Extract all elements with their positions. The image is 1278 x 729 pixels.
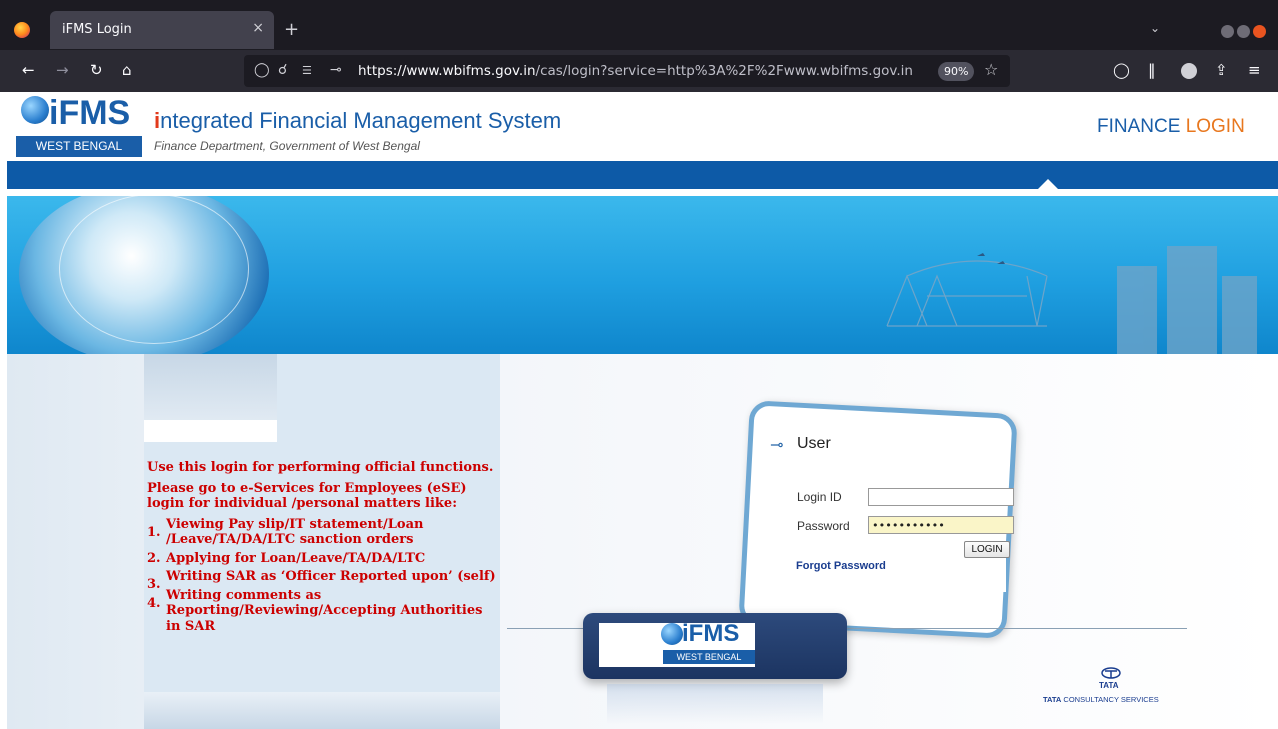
footer-ifms-text: iFMS bbox=[682, 620, 740, 647]
notice-item: 4. Writing comments as Reporting/Reviewin… bbox=[147, 587, 483, 634]
ifms-logo-region: WEST BENGAL bbox=[16, 136, 142, 157]
system-title: integrated Financial Management System bbox=[154, 108, 562, 133]
bookmark-star-icon[interactable]: ☆ bbox=[984, 60, 998, 79]
tab-close-icon[interactable]: × bbox=[252, 20, 264, 36]
password-input[interactable] bbox=[868, 516, 1014, 534]
browser-nav-bar: ← → ↻ ⌂ ◯ ☌ ☰ ⊸ https://www.wbifms.gov.i… bbox=[0, 50, 1278, 92]
extensions-icon[interactable]: ⇪ bbox=[1215, 61, 1228, 79]
notice-panel-image-bottom bbox=[144, 692, 500, 729]
reload-icon[interactable]: ↻ bbox=[90, 61, 103, 79]
back-icon[interactable]: ← bbox=[22, 61, 35, 79]
tcs-text: TATA CONSULTANCY SERVICES bbox=[1043, 695, 1159, 704]
nav-strip bbox=[7, 161, 1278, 189]
tab-title: iFMS Login bbox=[62, 22, 132, 37]
firefox-icon bbox=[14, 22, 30, 38]
notice-line-2: Please go to e-Services for Employees (e… bbox=[147, 480, 467, 512]
forward-icon[interactable]: → bbox=[56, 61, 69, 79]
notice-line-1: Use this login for performing official f… bbox=[147, 460, 494, 475]
login-heading: User bbox=[797, 435, 831, 452]
key-icon[interactable]: ⊸ bbox=[330, 62, 342, 78]
tata-wordmark: TATA bbox=[1099, 681, 1119, 690]
footer-logo-reflection bbox=[607, 684, 823, 724]
site-header: iFMS WEST BENGAL integrated Financial Ma… bbox=[7, 92, 1278, 160]
login-notice: Use this login for performing official f… bbox=[147, 460, 497, 637]
notice-list: 1. Viewing Pay slip/IT statement/Loan /Le… bbox=[147, 517, 497, 635]
lock-icon[interactable]: ☌ bbox=[278, 62, 287, 78]
home-icon[interactable]: ⌂ bbox=[122, 61, 132, 79]
forgot-password-link[interactable]: Forgot Password bbox=[796, 560, 886, 572]
user-key-icon: ⊸ bbox=[770, 435, 784, 454]
nav-notch bbox=[1038, 179, 1058, 189]
globe-image bbox=[19, 196, 269, 354]
minimize-icon[interactable] bbox=[1221, 25, 1234, 38]
notice-item: 2. Applying for Loan/Leave/TA/DA/LTC bbox=[147, 550, 426, 566]
tab-list-chevron-icon[interactable]: ⌄ bbox=[1150, 21, 1160, 35]
footer-logo-region: WEST BENGAL bbox=[663, 650, 755, 664]
url-text[interactable]: https://www.wbifms.gov.in/cas/login?serv… bbox=[358, 63, 926, 79]
finance-login-heading: FINANCE LOGIN bbox=[1097, 116, 1245, 137]
maximize-icon[interactable] bbox=[1237, 25, 1250, 38]
browser-tab[interactable]: iFMS Login × bbox=[50, 11, 274, 49]
library-icon[interactable]: ‖ bbox=[1148, 61, 1156, 79]
account-icon[interactable] bbox=[1181, 63, 1197, 79]
notice-panel-white-block bbox=[144, 420, 277, 442]
login-button[interactable]: LOGIN bbox=[964, 541, 1010, 558]
notice-item: 3. Writing SAR as ‘Officer Reported upon’… bbox=[147, 569, 496, 592]
url-bar[interactable]: ◯ ☌ ☰ ⊸ https://www.wbifms.gov.in/cas/lo… bbox=[244, 55, 1010, 87]
password-label: Password bbox=[797, 519, 850, 533]
ifms-logo-text: iFMS bbox=[49, 94, 131, 132]
new-tab-icon[interactable]: + bbox=[284, 19, 299, 40]
tata-logo-icon bbox=[1101, 667, 1121, 679]
login-id-input[interactable] bbox=[868, 488, 1014, 506]
web-page: iFMS WEST BENGAL integrated Financial Ma… bbox=[7, 92, 1278, 729]
banner bbox=[7, 196, 1278, 354]
system-subtitle: Finance Department, Government of West B… bbox=[154, 139, 420, 153]
footer-globe-icon bbox=[661, 623, 683, 645]
kolkata-skyline-image bbox=[886, 246, 1257, 354]
ifms-globe-icon bbox=[21, 96, 49, 124]
browser-tab-bar: iFMS Login × + ⌄ bbox=[0, 0, 1278, 50]
login-id-label: Login ID bbox=[797, 490, 842, 504]
notice-item: 1. Viewing Pay slip/IT statement/Loan /Le… bbox=[147, 516, 424, 548]
pocket-icon[interactable]: ◯ bbox=[1113, 61, 1130, 79]
shield-icon[interactable]: ◯ bbox=[254, 62, 270, 78]
zoom-level[interactable]: 90% bbox=[938, 62, 975, 81]
close-window-icon[interactable] bbox=[1253, 25, 1266, 38]
permissions-icon[interactable]: ☰ bbox=[302, 64, 312, 77]
menu-icon[interactable]: ≡ bbox=[1248, 61, 1261, 79]
